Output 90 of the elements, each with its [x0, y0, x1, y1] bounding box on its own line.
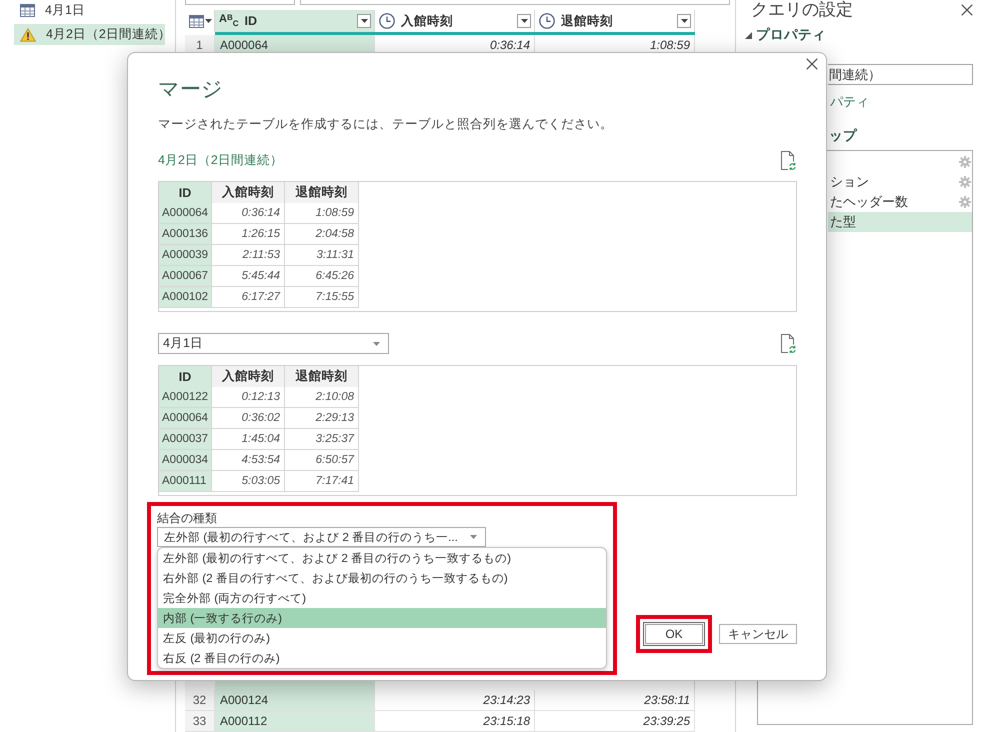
table-name-label: 4月2日（2日間連続）: [158, 152, 283, 169]
column-header[interactable]: ID: [159, 182, 212, 204]
column-filter-button[interactable]: [517, 14, 531, 28]
refresh-icon[interactable]: [780, 151, 796, 170]
join-kind-dropdown[interactable]: 左外部 (最初の行すべて、および 2 番目の行のうち一...: [157, 527, 486, 547]
table-cell: 7:17:41: [285, 471, 359, 492]
table-cell: 3:25:37: [285, 429, 359, 450]
refresh-icon[interactable]: [780, 334, 796, 353]
column-header[interactable]: A$^{B}$$_{C}$ ID: [215, 10, 375, 32]
table-cell: A000064: [159, 203, 212, 224]
table-cell: 4:53:54: [212, 450, 285, 471]
table-cell: A000111: [159, 471, 212, 492]
join-kind-option[interactable]: 右反 (2 番目の行のみ): [158, 648, 606, 668]
table-cell: 7:15:55: [285, 287, 359, 308]
caret-icon: [205, 19, 212, 23]
table-cell: 2:11:53: [212, 245, 285, 266]
warning-icon: [20, 28, 36, 42]
table-cell: 6:17:27: [212, 287, 285, 308]
close-icon[interactable]: [961, 4, 973, 16]
table-cell: 6:50:57: [285, 450, 359, 471]
table-cell: 5:45:44: [212, 266, 285, 287]
step-item[interactable]: ション: [828, 172, 972, 192]
table-cell: A000122: [159, 387, 212, 408]
join-kind-option[interactable]: 完全外部 (両方の行すべて): [158, 588, 606, 608]
table-cell: A000037: [159, 429, 212, 450]
table-cell: 2:04:58: [285, 224, 359, 245]
join-kind-option[interactable]: 左反 (最初の行のみ): [158, 628, 606, 648]
query-item[interactable]: 4月2日（2日間連続）: [14, 24, 165, 45]
field-label: 結合の種類: [157, 511, 218, 526]
table-icon: [20, 4, 35, 17]
table-menu-button[interactable]: [187, 14, 212, 28]
caret-icon: [520, 19, 528, 23]
all-properties-link[interactable]: パティ: [830, 93, 869, 111]
table-cell: 23:58:11: [535, 690, 695, 711]
section-header[interactable]: プロパティ: [745, 26, 826, 44]
table-cell: 0:36:02: [212, 408, 285, 429]
query-name-field[interactable]: 間連続）: [828, 64, 973, 85]
step-item[interactable]: た型: [828, 212, 972, 232]
dialog-description: マージされたテーブルを作成するには、テーブルと照合列を選んでください。: [158, 116, 614, 133]
table-dropdown[interactable]: 4月1日: [158, 333, 389, 354]
panel-title: クエリの設定: [751, 0, 853, 20]
section-header: ップ: [829, 127, 857, 145]
join-kind-option[interactable]: 右外部 (2 番目の行すべて、および最初の行のうち一致するもの): [158, 568, 606, 588]
clock-icon: [539, 13, 555, 29]
table-cell: A000067: [159, 266, 212, 287]
join-kind-option[interactable]: 左外部 (最初の行すべて、および 2 番目の行のうち一致するもの): [158, 548, 606, 568]
table-cell: A000102: [159, 287, 212, 308]
table-cell: 23:14:23: [375, 690, 535, 711]
caret-icon: [680, 19, 688, 23]
table-cell: 0:12:13: [212, 387, 285, 408]
table-cell: 23:39:25: [535, 711, 695, 732]
column-filter-button[interactable]: [357, 14, 371, 28]
caret-icon: [373, 342, 380, 346]
caret-icon: [360, 19, 368, 23]
step-item[interactable]: たヘッダー数: [828, 192, 972, 212]
table-cell: 6:45:26: [285, 266, 359, 287]
column-header[interactable]: 入館時刻: [212, 182, 285, 204]
table-cell: 0:36:14: [212, 203, 285, 224]
table-cell: 1:45:04: [212, 429, 285, 450]
table-cell: A000136: [159, 224, 212, 245]
column-filter-button[interactable]: [677, 14, 691, 28]
column-header[interactable]: 退館時刻: [285, 182, 359, 204]
dialog-button[interactable]: キャンセル: [719, 624, 797, 644]
name-box-field[interactable]: [185, 0, 295, 5]
dialog-button[interactable]: OK: [643, 622, 705, 646]
row-number: 32: [185, 690, 215, 711]
table-cell: A000112: [215, 711, 375, 732]
dialog-title: マージ: [158, 77, 224, 103]
table-cell: 5:03:05: [212, 471, 285, 492]
table-cell: 23:15:18: [375, 711, 535, 732]
table-cell: 1:26:15: [212, 224, 285, 245]
formula-bar-field[interactable]: [300, 0, 730, 5]
join-kind-option[interactable]: 内部 (一致する行のみ): [158, 608, 606, 628]
clock-icon: [379, 13, 395, 29]
table-cell: A000039: [159, 245, 212, 266]
column-header[interactable]: ID: [159, 366, 212, 388]
table-cell: A000124: [215, 690, 375, 711]
column-header[interactable]: 退館時刻: [285, 366, 359, 388]
table-cell: A000034: [159, 450, 212, 471]
column-header[interactable]: 入館時刻: [212, 366, 285, 388]
table-cell: A000064: [159, 408, 212, 429]
table-cell: 3:11:31: [285, 245, 359, 266]
table-cell: 1:08:59: [285, 203, 359, 224]
table-cell: 2:29:13: [285, 408, 359, 429]
query-item[interactable]: 4月1日: [14, 0, 165, 21]
row-number: 33: [185, 711, 215, 732]
caret-icon: [470, 535, 477, 539]
close-icon[interactable]: [806, 58, 818, 70]
table-icon: [189, 14, 204, 28]
table-cell: 2:10:08: [285, 387, 359, 408]
